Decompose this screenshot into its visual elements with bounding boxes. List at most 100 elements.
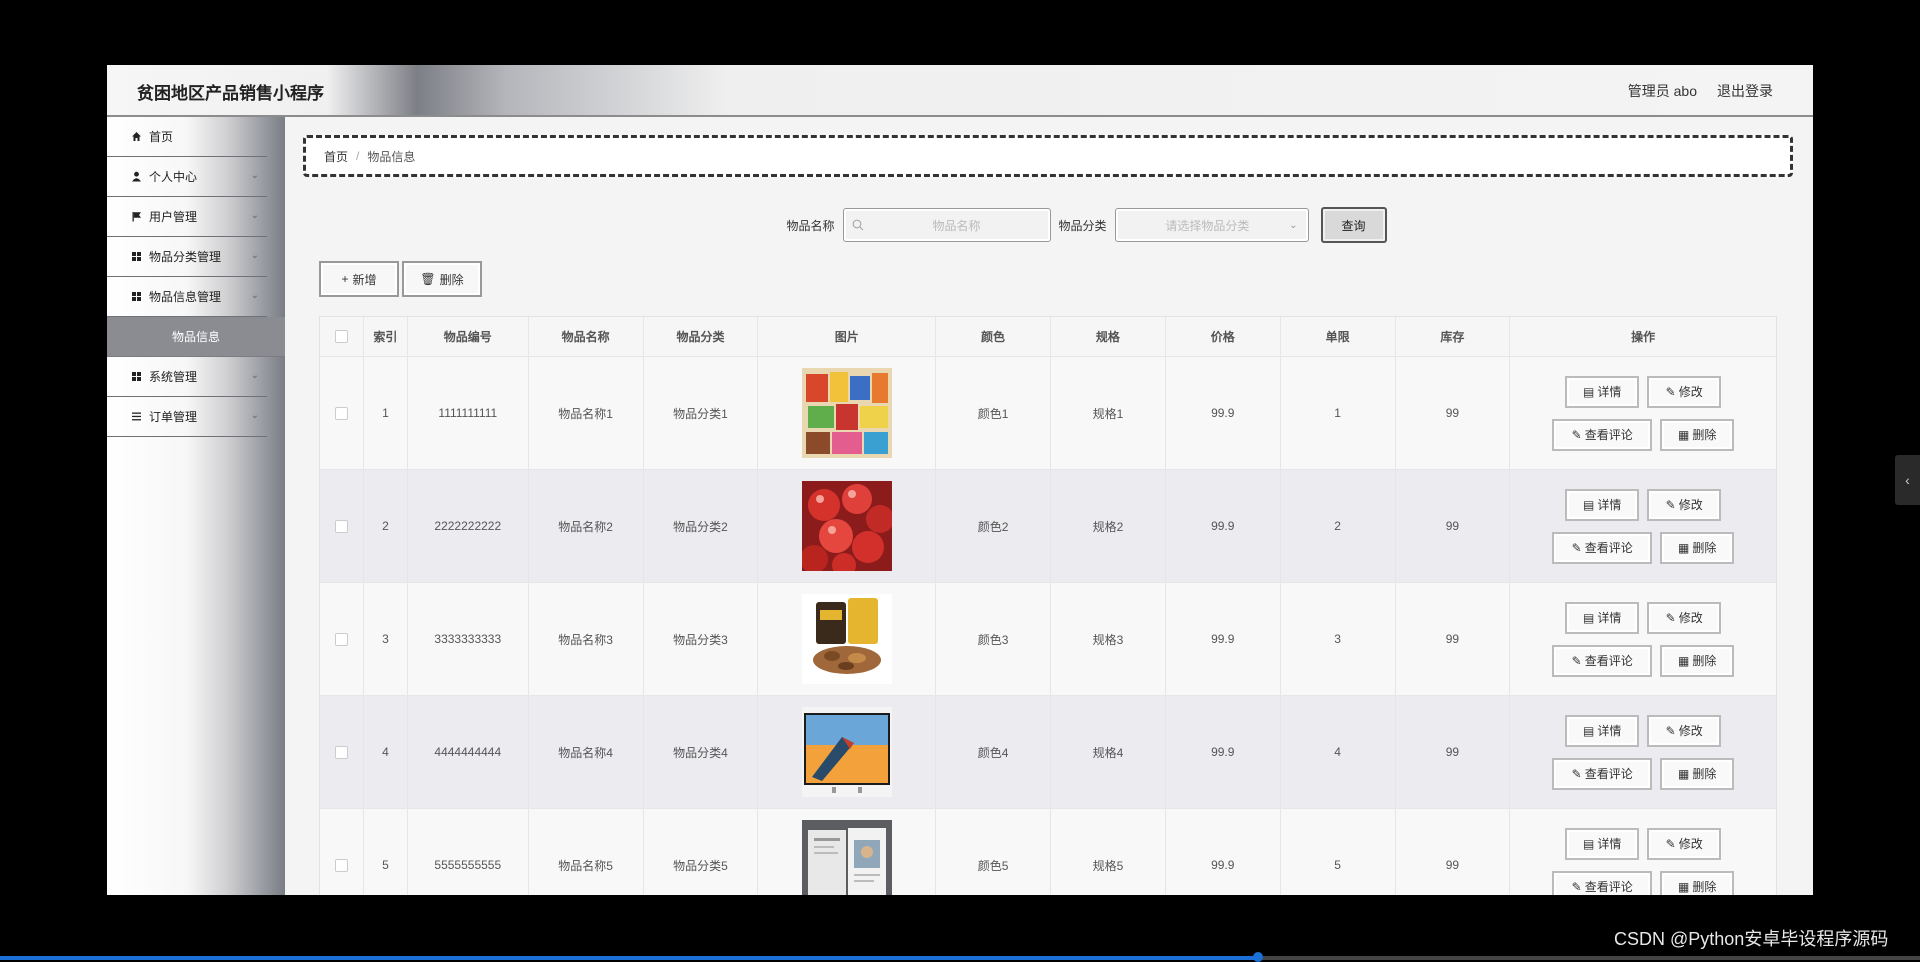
- row-checkbox[interactable]: [334, 745, 348, 759]
- row-checkbox[interactable]: [334, 632, 348, 646]
- sidebar-item-3[interactable]: 物品分类管理 ⌄: [107, 237, 267, 277]
- cell-no: 5555555555: [408, 809, 529, 895]
- select-all-checkbox[interactable]: [334, 330, 348, 343]
- chevron-down-icon: ⌄: [250, 410, 259, 421]
- view-reviews-button[interactable]: ✎ 查看评论: [1552, 644, 1653, 677]
- cell-price: 99.9: [1166, 357, 1281, 469]
- edit-button[interactable]: ✎ 修改: [1647, 714, 1722, 747]
- edit-label: 修改: [1678, 724, 1703, 738]
- cell-name: 物品名称2: [529, 470, 644, 582]
- detail-label: 详情: [1597, 498, 1622, 512]
- app-title: 贫困地区产品销售小程序: [137, 84, 324, 103]
- sidebar-item-label: 系统管理: [149, 370, 198, 384]
- sidebar-item-6[interactable]: 系统管理 ⌄: [107, 357, 267, 397]
- sidebar-item-2[interactable]: 用户管理 ⌄: [107, 197, 267, 237]
- row-checkbox-cell: [320, 583, 364, 695]
- delete-row-button[interactable]: ▦ 删除: [1660, 418, 1735, 451]
- column-header: 索引: [364, 317, 408, 356]
- top-header: 贫困地区产品销售小程序 管理员 abo 退出登录: [107, 65, 1813, 117]
- chevron-left-icon: ‹: [1905, 472, 1910, 488]
- delete-row-button[interactable]: ▦ 删除: [1660, 757, 1735, 790]
- cell-color: 颜色3: [936, 583, 1051, 695]
- cell-spec: 规格5: [1051, 809, 1166, 895]
- document-icon: ▤: [1582, 497, 1595, 512]
- edit-button[interactable]: ✎ 修改: [1647, 827, 1722, 860]
- view-reviews-label: 查看评论: [1584, 880, 1633, 894]
- document-icon: ▤: [1582, 384, 1595, 399]
- delete-row-label: 删除: [1692, 767, 1717, 781]
- row-checkbox-cell: [320, 809, 364, 895]
- detail-button[interactable]: ▤ 详情: [1565, 601, 1640, 634]
- cell-spec: 规格1: [1051, 357, 1166, 469]
- edit-button[interactable]: ✎ 修改: [1647, 488, 1722, 521]
- sidebar-item-5[interactable]: 物品信息: [107, 317, 285, 357]
- row-checkbox[interactable]: [334, 519, 348, 533]
- edit-button[interactable]: ✎ 修改: [1647, 375, 1722, 408]
- row-checkbox[interactable]: [334, 858, 348, 872]
- detail-button[interactable]: ▤ 详情: [1565, 827, 1640, 860]
- chevron-down-icon: ⌄: [250, 370, 259, 381]
- delete-row-label: 删除: [1692, 541, 1717, 555]
- category-select[interactable]: 请选择物品分类 ⌄: [1114, 208, 1309, 242]
- delete-row-button[interactable]: ▦ 删除: [1660, 531, 1735, 564]
- cell-limit: 3: [1281, 583, 1396, 695]
- trash-icon: ▦: [1677, 879, 1690, 894]
- edit-label: 修改: [1678, 837, 1703, 851]
- video-progress-handle[interactable]: [1252, 952, 1263, 962]
- side-panel-handle[interactable]: ‹: [1895, 455, 1920, 505]
- cell-stock: 99: [1396, 470, 1511, 582]
- name-search-input[interactable]: 物品名称: [842, 208, 1051, 242]
- detail-button[interactable]: ▤ 详情: [1565, 488, 1640, 521]
- chevron-down-icon: ⌄: [250, 210, 259, 221]
- main-content: 首页 / 物品信息 物品名称 物品名称 物品分类 请选择物品分类 ⌄ 查询 + …: [285, 117, 1813, 895]
- pencil-icon: ✎: [1665, 384, 1676, 399]
- header-checkbox-cell: [320, 317, 364, 356]
- view-reviews-button[interactable]: ✎ 查看评论: [1552, 531, 1653, 564]
- product-image: [801, 707, 892, 797]
- view-reviews-label: 查看评论: [1584, 428, 1633, 442]
- view-reviews-button[interactable]: ✎ 查看评论: [1552, 418, 1653, 451]
- cell-price: 99.9: [1166, 583, 1281, 695]
- column-header: 物品名称: [529, 317, 644, 356]
- column-header: 库存: [1396, 317, 1511, 356]
- sidebar-item-7[interactable]: 订单管理 ⌄: [107, 397, 267, 437]
- pencil-icon: ✎: [1665, 497, 1676, 512]
- edit-button[interactable]: ✎ 修改: [1647, 601, 1722, 634]
- cell-stock: 99: [1396, 583, 1511, 695]
- sidebar-item-4[interactable]: 物品信息管理 ⌄: [107, 277, 267, 317]
- cell-color: 颜色4: [936, 696, 1051, 808]
- row-checkbox[interactable]: [334, 406, 348, 420]
- add-button[interactable]: + 新增: [319, 261, 399, 297]
- cell-stock: 99: [1396, 696, 1511, 808]
- cell-name: 物品名称4: [529, 696, 644, 808]
- sidebar-item-0[interactable]: 首页: [107, 117, 267, 157]
- home-icon: [129, 130, 143, 144]
- query-button[interactable]: 查询: [1320, 207, 1387, 243]
- row-checkbox-cell: [320, 357, 364, 469]
- delete-row-button[interactable]: ▦ 删除: [1660, 644, 1735, 677]
- user-label: 管理员 abo: [1627, 83, 1697, 99]
- view-reviews-button[interactable]: ✎ 查看评论: [1552, 757, 1653, 790]
- batch-delete-button[interactable]: 🗑 删除: [402, 261, 482, 297]
- delete-row-button[interactable]: ▦ 删除: [1660, 870, 1735, 895]
- detail-button[interactable]: ▤ 详情: [1565, 375, 1640, 408]
- row-actions: ▤ 详情 ✎ 修改 ✎ 查看评论 ▦ 删除: [1510, 809, 1776, 895]
- column-header: 操作: [1631, 330, 1656, 344]
- product-image-cell: [758, 696, 937, 808]
- view-reviews-button[interactable]: ✎ 查看评论: [1552, 870, 1653, 895]
- user-icon: [129, 170, 143, 184]
- column-header: 图片: [758, 317, 937, 356]
- video-progress-bar[interactable]: [0, 952, 1920, 962]
- pencil-icon: ✎: [1571, 879, 1582, 894]
- detail-button[interactable]: ▤ 详情: [1565, 714, 1640, 747]
- breadcrumb-home[interactable]: 首页: [324, 148, 348, 165]
- sidebar-item-1[interactable]: 个人中心 ⌄: [107, 157, 267, 197]
- sidebar-item-label: 物品分类管理: [149, 250, 222, 264]
- cell-limit: 5: [1281, 809, 1396, 895]
- items-table: 索引 物品编号 物品名称 物品分类 图片 颜色 规格 价格 单限 库存 操作 1 1111111111 物…: [319, 316, 1777, 895]
- delete-row-label: 删除: [1692, 880, 1717, 894]
- cell-idx: 3: [364, 583, 408, 695]
- logout-link[interactable]: 退出登录: [1717, 81, 1773, 101]
- table-row: 4 4444444444 物品名称4 物品分类4 颜色4 规格4 99.9 4 99 ▤ 详情 ✎ 修改…: [320, 696, 1776, 809]
- cell-color: 颜色5: [936, 809, 1051, 895]
